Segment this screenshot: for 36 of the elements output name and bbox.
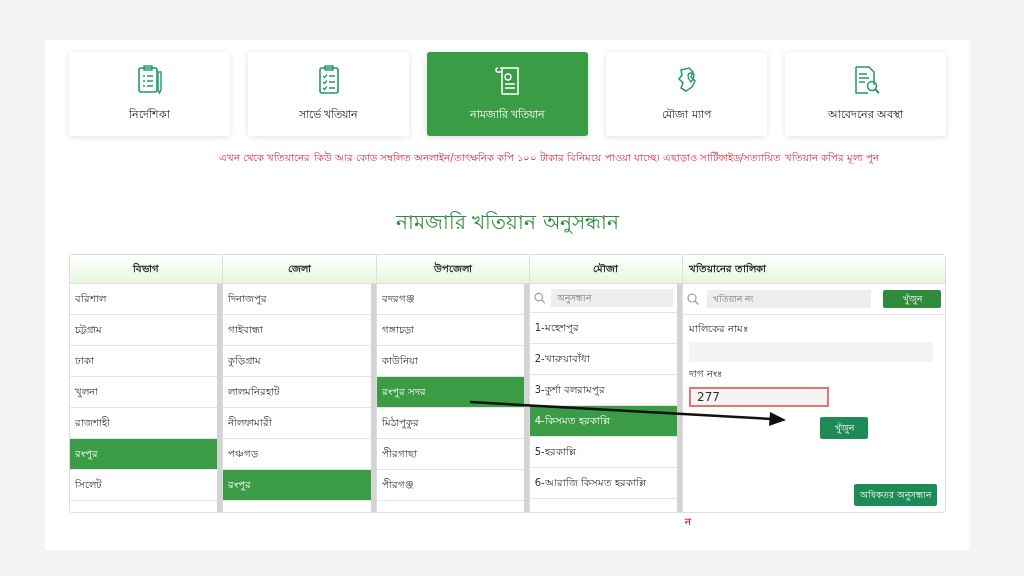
list-item[interactable]: পীরগাছা	[376, 439, 524, 470]
menu-tile[interactable]: সার্ভে খতিয়ান	[248, 52, 409, 136]
scrollbar[interactable]	[523, 284, 529, 512]
menu-tile[interactable]: আবেদনের অবস্থা	[785, 52, 946, 136]
list-item[interactable]: গঙ্গাচড়া	[376, 315, 524, 346]
field-label: মালিকের নামঃ	[689, 322, 750, 336]
scrollbar[interactable]	[677, 284, 682, 512]
column-heading: বিভাগ	[70, 255, 223, 284]
notice-text: এখন থেকে খতিয়ানের কিউ আর কোড সম্বলিত অনলাইন/তাৎক্ষনিক কপি ১০০ টাকার বিনিময়ে পাওয়া যাচ্ছে। এছাড়াও সার্টিফাইড/সত্যায়িত খতিয়ান কপির মূল্য পুন	[219, 150, 881, 166]
column-heading: খতিয়ানের তালিকা	[683, 255, 945, 284]
menu-tile[interactable]: মৌজা ম্যাপ	[606, 52, 767, 136]
search-icon	[687, 293, 699, 305]
list-item[interactable]: নীলফামারী	[223, 408, 371, 439]
find-button[interactable]: খুঁজুন	[820, 417, 868, 439]
page-title: নামজারি খতিয়ান অনুসন্ধান	[394, 209, 621, 236]
column-heading: মৌজা	[529, 255, 682, 284]
column-heading: জেলা	[223, 255, 376, 284]
scrollbar[interactable]	[217, 284, 223, 512]
plot-number-field[interactable]: 277	[689, 387, 829, 407]
menu-tile[interactable]: নির্দেশিকা	[69, 52, 230, 136]
advanced-search-button[interactable]: অধিকতর অনুসন্ধান	[854, 484, 937, 506]
list-item[interactable]: দিনাজপুর	[223, 284, 371, 315]
footnote-mark: ন	[685, 515, 691, 529]
search-field[interactable]: অনুসন্ধান	[551, 289, 673, 307]
list-item[interactable]: কুড়িগ্রাম	[223, 346, 371, 377]
column-heading: উপজেলা	[376, 255, 529, 284]
search-icon	[533, 292, 545, 304]
search-field[interactable]: খতিয়ান নং	[707, 290, 871, 308]
list-item[interactable]: লালমনিরহাট	[223, 377, 371, 408]
list-item[interactable]: বদরগঞ্জ	[376, 284, 524, 315]
list-item[interactable]: পীরগঞ্জ	[376, 470, 524, 501]
scrollbar[interactable]	[370, 284, 376, 512]
list-item[interactable]: মিঠাপুকুর	[376, 408, 524, 439]
field-label: দাগ নংঃ	[689, 367, 724, 381]
list-item[interactable]: গাইবান্ধা	[223, 315, 371, 346]
search-button[interactable]: খুঁজুন	[883, 290, 941, 308]
